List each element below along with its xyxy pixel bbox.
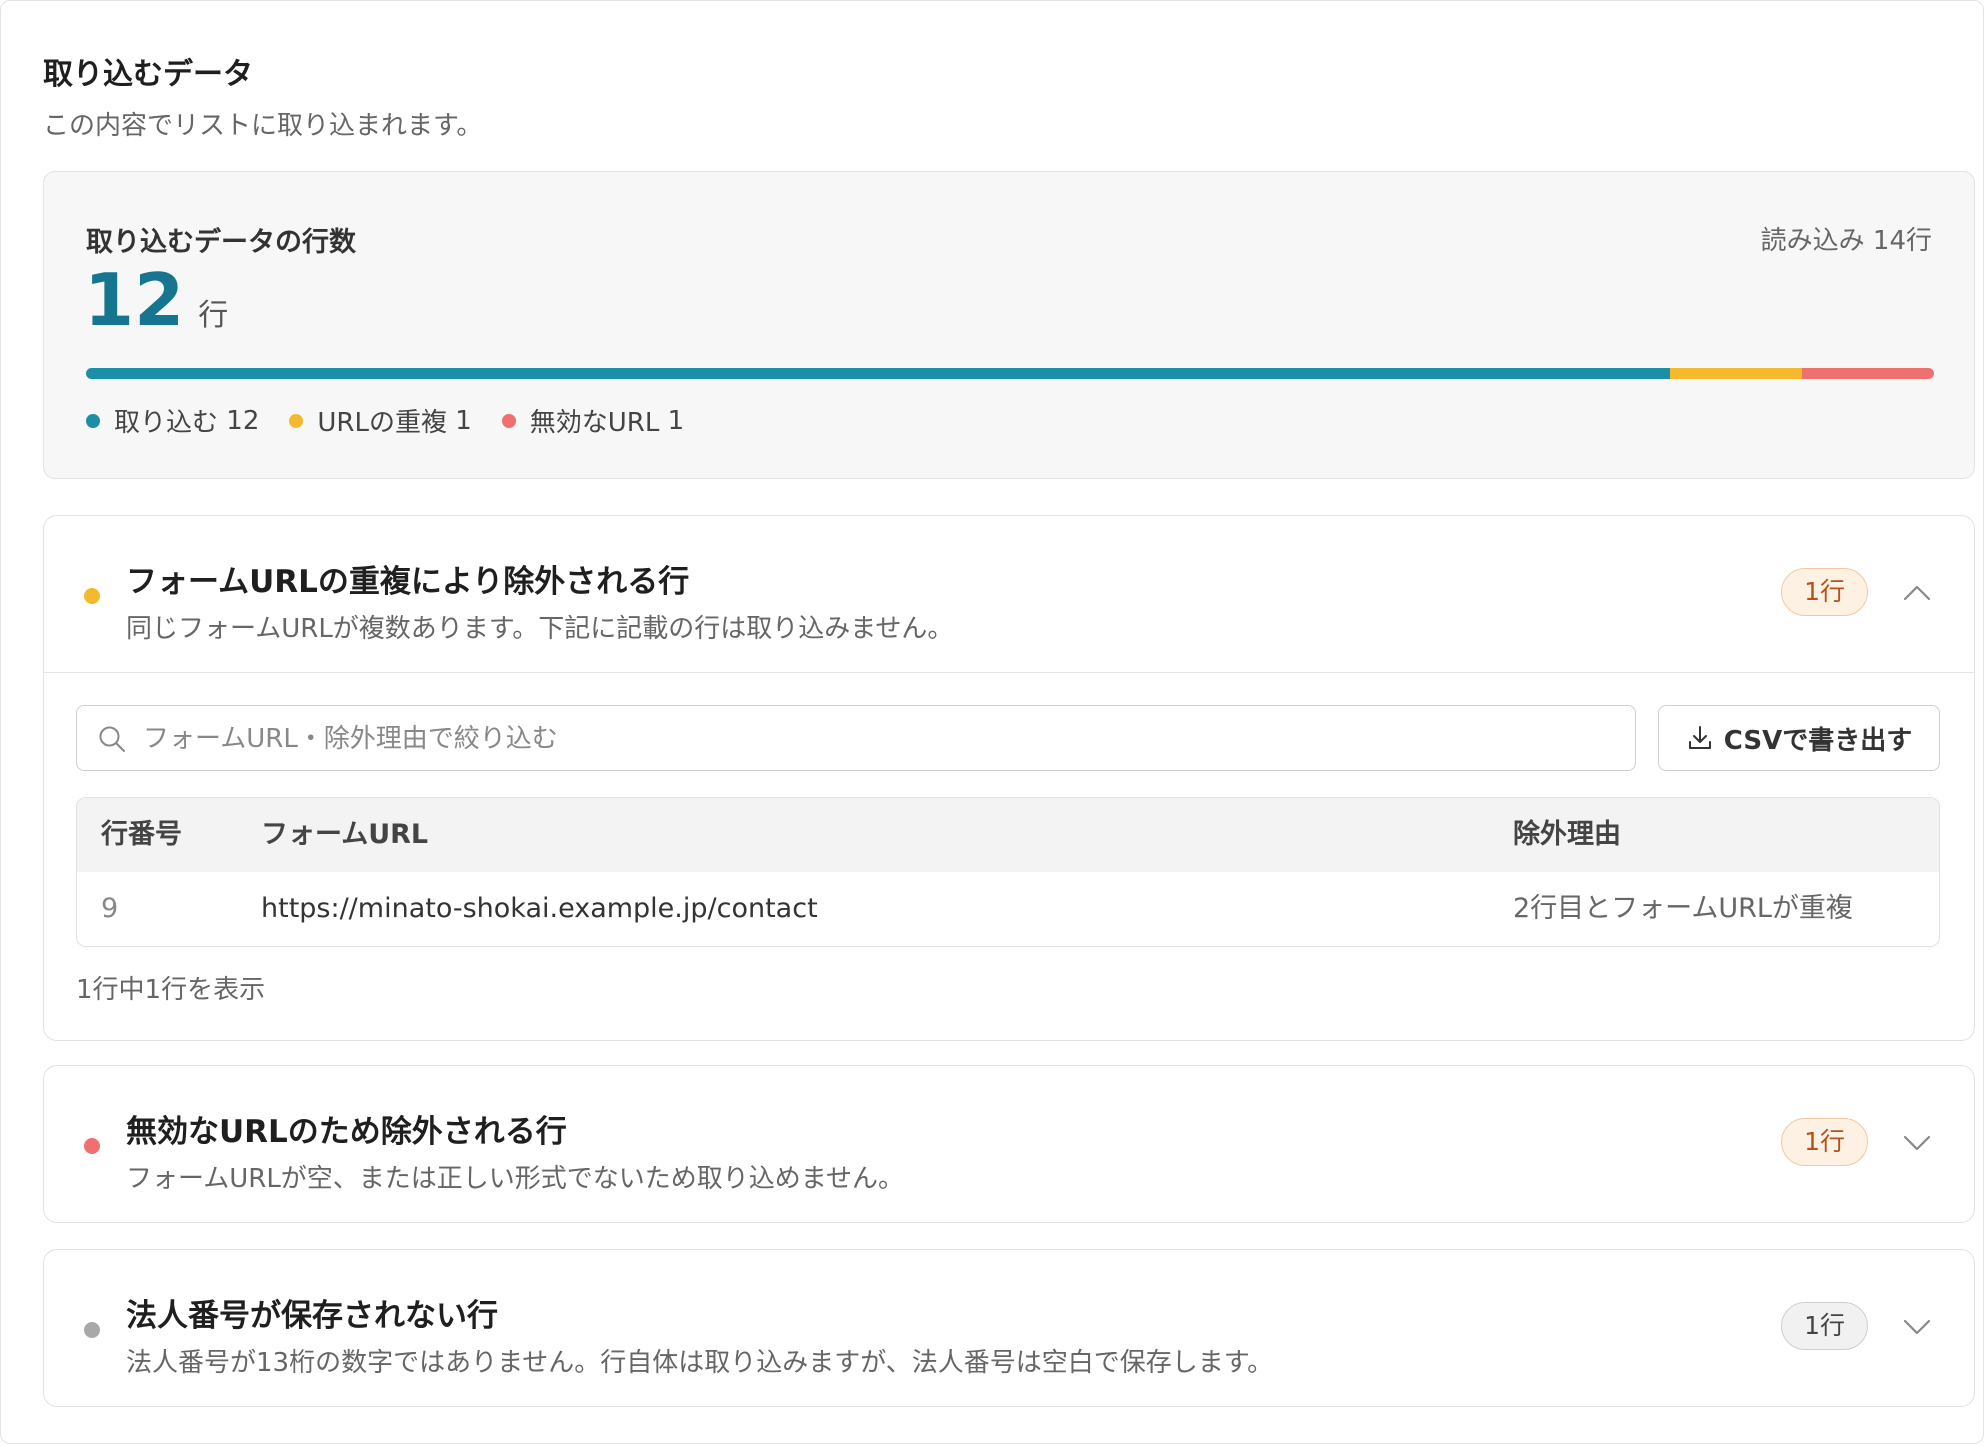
column-header-row-number: 行番号 — [101, 819, 182, 850]
read-count: 読み込み 14行 — [1760, 226, 1932, 256]
legend-item-invalid: 無効なURL 1 — [501, 402, 685, 439]
section-desc-duplicate: 同じフォームURLが複数あります。下記に記載の行は取り込みません。 — [126, 614, 954, 644]
excluded-rows-table: 行番号 フォームURL 除外理由 9 https://minato-shokai… — [76, 797, 1940, 947]
filter-search[interactable] — [76, 705, 1636, 771]
column-header-form-url: フォームURL — [261, 819, 429, 850]
legend-item-dup: URLの重複 1 — [289, 402, 472, 439]
chevron-down-icon[interactable] — [1902, 1128, 1932, 1158]
section-title-invalid: 無効なURLのため除外される行 — [126, 1114, 567, 1150]
bar-segment-invalid — [1802, 368, 1934, 379]
column-header-reason: 除外理由 — [1513, 819, 1621, 850]
import-count-number: 12 — [84, 258, 185, 342]
count-badge-duplicate: 1行 — [1781, 568, 1868, 616]
cell-row-number: 9 — [101, 893, 119, 924]
legend-dot-import — [86, 413, 100, 428]
legend-count-dup: 1 — [455, 405, 472, 436]
section-title-corporate: 法人番号が保存されない行 — [126, 1298, 498, 1334]
import-count-unit: 行 — [198, 298, 229, 333]
legend-label-import: 取り込む — [114, 408, 219, 438]
page-title: 取り込むデータ — [43, 57, 253, 92]
section-corporate-number: 法人番号が保存されない行 法人番号が13桁の数字ではありません。行自体は取り込み… — [43, 1249, 1975, 1407]
import-count: 12 行 — [84, 264, 228, 336]
section-title-duplicate: フォームURLの重複により除外される行 — [126, 564, 690, 600]
table-footer-count: 1行中1行を表示 — [76, 975, 266, 1005]
page-subtitle: この内容でリストに取り込まれます。 — [43, 111, 483, 141]
table-row: 9 https://minato-shokai.example.jp/conta… — [77, 872, 1939, 946]
section-desc-corporate: 法人番号が13桁の数字ではありません。行自体は取り込みますが、法人番号は空白で保… — [126, 1348, 1274, 1378]
cell-form-url: https://minato-shokai.example.jp/contact — [261, 893, 818, 924]
legend-dot-dup — [289, 413, 304, 428]
status-dot-invalid — [84, 1138, 100, 1154]
count-badge-corporate: 1行 — [1781, 1302, 1868, 1350]
legend-label-dup: URLの重複 — [317, 408, 447, 438]
cell-reason: 2行目とフォームURLが重複 — [1513, 893, 1853, 924]
bar-segment-dup — [1670, 368, 1802, 379]
export-csv-label: CSVで書き出す — [1723, 725, 1913, 756]
status-dot-corporate — [84, 1322, 100, 1338]
section-invalid-url: 無効なURLのため除外される行 フォームURLが空、または正しい形式でないため取… — [43, 1065, 1975, 1223]
filter-input[interactable] — [141, 716, 1615, 762]
legend: 取り込む 12 URLの重複 1 無効なURL 1 — [86, 402, 714, 439]
section-body-duplicate: CSVで書き出す 行番号 フォームURL 除外理由 9 https://mina… — [44, 672, 1974, 1041]
table-header: 行番号 フォームURL 除外理由 — [77, 798, 1939, 872]
download-icon — [1688, 726, 1711, 749]
section-desc-invalid: フォームURLが空、または正しい形式でないため取り込めません。 — [126, 1164, 905, 1194]
legend-label-invalid: 無効なURL — [529, 408, 660, 438]
export-csv-button[interactable]: CSVで書き出す — [1658, 705, 1940, 771]
section-header-invalid[interactable]: 無効なURLのため除外される行 フォームURLが空、または正しい形式でないため取… — [44, 1066, 1974, 1222]
section-duplicate-url: フォームURLの重複により除外される行 同じフォームURLが複数あります。下記に… — [43, 515, 1975, 1041]
count-badge-invalid: 1行 — [1781, 1118, 1868, 1166]
bar-segment-import — [86, 368, 1670, 379]
stacked-progress-bar — [86, 368, 1934, 379]
status-dot-duplicate — [84, 588, 100, 604]
legend-count-import: 12 — [226, 405, 260, 436]
section-header-corporate[interactable]: 法人番号が保存されない行 法人番号が13桁の数字ではありません。行自体は取り込み… — [44, 1250, 1974, 1406]
search-icon — [99, 726, 125, 752]
legend-dot-invalid — [501, 413, 516, 428]
chevron-up-icon[interactable] — [1902, 578, 1932, 608]
summary-label: 取り込むデータの行数 — [86, 227, 356, 258]
chevron-down-icon[interactable] — [1902, 1312, 1932, 1342]
summary-card: 取り込むデータの行数 読み込み 14行 12 行 取り込む 12 URLの重複 … — [43, 171, 1975, 479]
legend-count-invalid: 1 — [667, 405, 685, 436]
import-data-panel: 取り込むデータ この内容でリストに取り込まれます。 取り込むデータの行数 読み込… — [0, 0, 1984, 1444]
legend-item-import: 取り込む 12 — [86, 402, 259, 439]
section-header-duplicate[interactable]: フォームURLの重複により除外される行 同じフォームURLが複数あります。下記に… — [44, 516, 1974, 672]
